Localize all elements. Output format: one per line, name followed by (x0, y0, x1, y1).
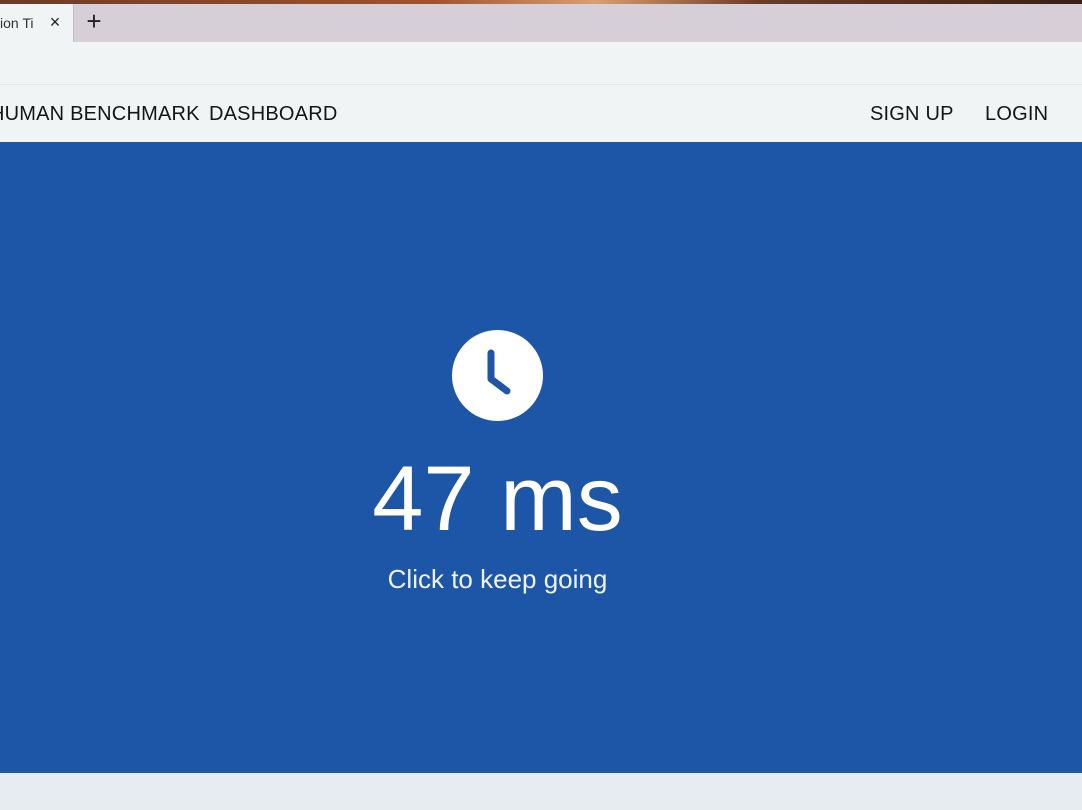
brand-link[interactable]: HUMAN BENCHMARK (0, 103, 200, 126)
reaction-time-result: 47 ms (372, 448, 623, 550)
browser-toolbar (0, 42, 1082, 85)
page-footer (0, 773, 1082, 810)
tab-title: ion Ti (0, 15, 34, 31)
continue-prompt: Click to keep going (387, 564, 608, 594)
reaction-test-area[interactable]: 47 ms Click to keep going (0, 142, 1082, 773)
dashboard-link[interactable]: DASHBOARD (209, 103, 338, 126)
browser-tab-bar: ion Ti × + (0, 4, 1082, 42)
browser-tab[interactable]: ion Ti × (0, 4, 74, 42)
new-tab-button[interactable]: + (82, 8, 106, 34)
login-link[interactable]: LOGIN (985, 103, 1048, 126)
close-tab-icon[interactable]: × (46, 12, 64, 32)
signup-link[interactable]: SIGN UP (870, 103, 954, 126)
site-navbar: HUMAN BENCHMARK DASHBOARD SIGN UP LOGIN (0, 85, 1082, 142)
clock-icon (452, 330, 543, 421)
